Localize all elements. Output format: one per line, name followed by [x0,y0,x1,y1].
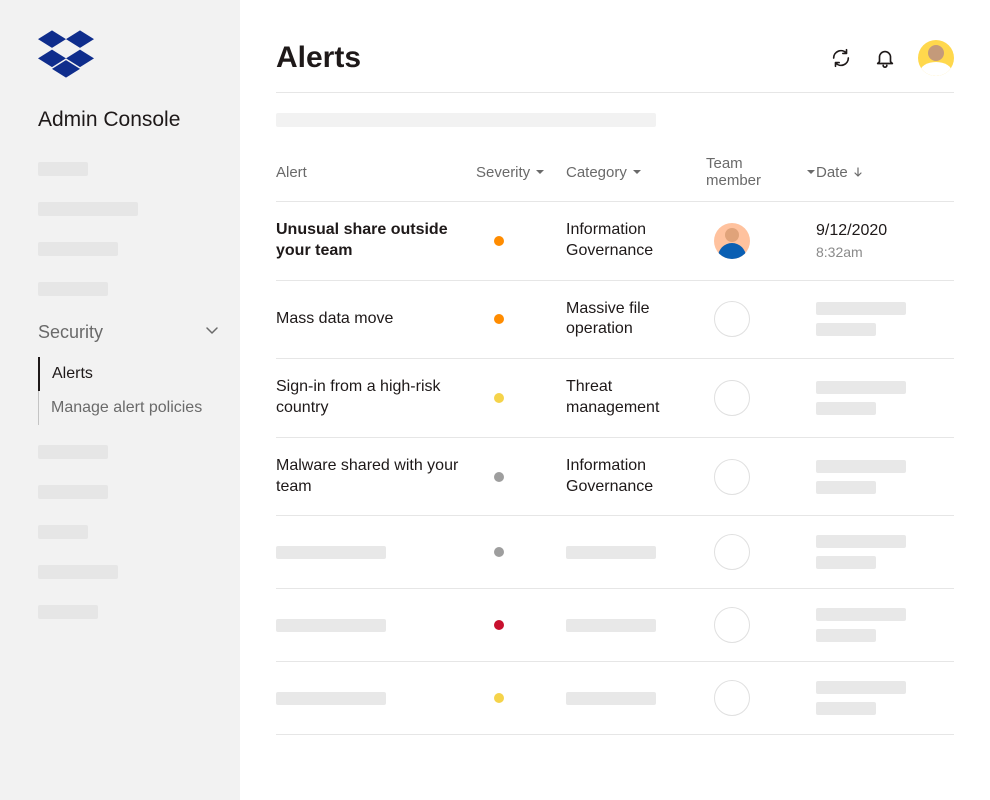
text-placeholder [816,323,876,336]
table-row[interactable]: Sign-in from a high-risk country Threat m… [276,358,954,437]
subnav-item-label: Alerts [52,365,93,383]
text-placeholder [816,481,876,494]
table-row[interactable] [276,515,954,588]
refresh-button[interactable] [830,47,852,69]
text-placeholder [816,556,876,569]
text-placeholder [816,629,876,642]
notifications-button[interactable] [874,47,896,69]
alert-name: Mass data move [276,309,476,330]
nav-item-placeholder [38,565,118,579]
table-row[interactable]: Unusual share outside your team Informati… [276,201,954,280]
text-placeholder [566,546,656,559]
filter-bar-placeholder [276,113,656,127]
alert-date: 9/12/2020 [816,222,946,240]
nav-item-placeholder [38,445,108,459]
table-row[interactable]: Mass data move Massive file operation [276,280,954,359]
member-avatar-placeholder [714,534,750,570]
alert-time: 8:32am [816,244,946,260]
subnav-alerts[interactable]: Alerts [38,357,240,391]
sidebar: Admin Console Security Alerts Manage ale… [0,0,240,800]
sidebar-item-label: Security [38,322,103,343]
alerts-table-header: Alert Severity Category Team member Date [276,155,954,201]
nav-item-placeholder [38,242,118,256]
refresh-icon [830,47,852,69]
text-placeholder [566,619,656,632]
alert-category: Information Governance [566,456,706,498]
alert-name: Unusual share outside your team [276,220,476,262]
caret-down-icon [806,164,816,181]
alert-category: Information Governance [566,220,706,262]
severity-dot [494,393,504,403]
main-content: Alerts Alert [240,0,990,800]
text-placeholder [566,692,656,705]
severity-dot [494,472,504,482]
col-header-date[interactable]: Date [816,164,946,181]
alert-category: Massive file operation [566,299,706,341]
severity-dot [494,620,504,630]
member-avatar-placeholder [714,459,750,495]
col-header-severity[interactable]: Severity [476,164,566,181]
text-placeholder [816,460,906,473]
col-header-team-member[interactable]: Team member [706,155,816,189]
arrow-down-icon [853,164,863,181]
alerts-table-body: Unusual share outside your team Informati… [276,201,954,735]
user-avatar[interactable] [918,40,954,76]
sidebar-title: Admin Console [38,108,240,132]
text-placeholder [816,302,906,315]
header-actions [830,40,954,76]
col-header-alert[interactable]: Alert [276,164,476,181]
bell-icon [874,47,896,69]
member-avatar-placeholder [714,680,750,716]
sidebar-item-security[interactable]: Security [38,322,220,343]
divider [276,92,954,93]
text-placeholder [276,692,386,705]
chevron-down-icon [204,322,220,343]
caret-down-icon [632,164,642,181]
table-row[interactable] [276,588,954,661]
text-placeholder [816,681,906,694]
member-avatar-placeholder [714,380,750,416]
text-placeholder [816,381,906,394]
nav-item-placeholder [38,282,108,296]
nav-item-placeholder [38,605,98,619]
text-placeholder [816,702,876,715]
severity-dot [494,693,504,703]
severity-dot [494,236,504,246]
member-avatar-placeholder [714,607,750,643]
severity-dot [494,314,504,324]
alert-name: Malware shared with your team [276,456,476,498]
nav-item-placeholder [38,162,88,176]
text-placeholder [276,546,386,559]
subnav-item-label: Manage alert policies [51,399,202,417]
page-header: Alerts [276,40,954,76]
table-row[interactable] [276,661,954,735]
severity-dot [494,547,504,557]
text-placeholder [816,608,906,621]
security-subnav: Alerts Manage alert policies [38,357,240,425]
subnav-manage-policies[interactable]: Manage alert policies [38,391,240,425]
alert-category: Threat management [566,377,706,419]
member-avatar[interactable] [714,223,750,259]
col-header-category[interactable]: Category [566,164,706,181]
nav-item-placeholder [38,525,88,539]
dropbox-logo-icon [38,30,240,78]
nav-item-placeholder [38,485,108,499]
text-placeholder [816,535,906,548]
text-placeholder [816,402,876,415]
text-placeholder [276,619,386,632]
alert-name: Sign-in from a high-risk country [276,377,476,419]
nav-item-placeholder [38,202,138,216]
member-avatar-placeholder [714,301,750,337]
caret-down-icon [535,164,545,181]
table-row[interactable]: Malware shared with your team Information… [276,437,954,516]
page-title: Alerts [276,41,361,75]
